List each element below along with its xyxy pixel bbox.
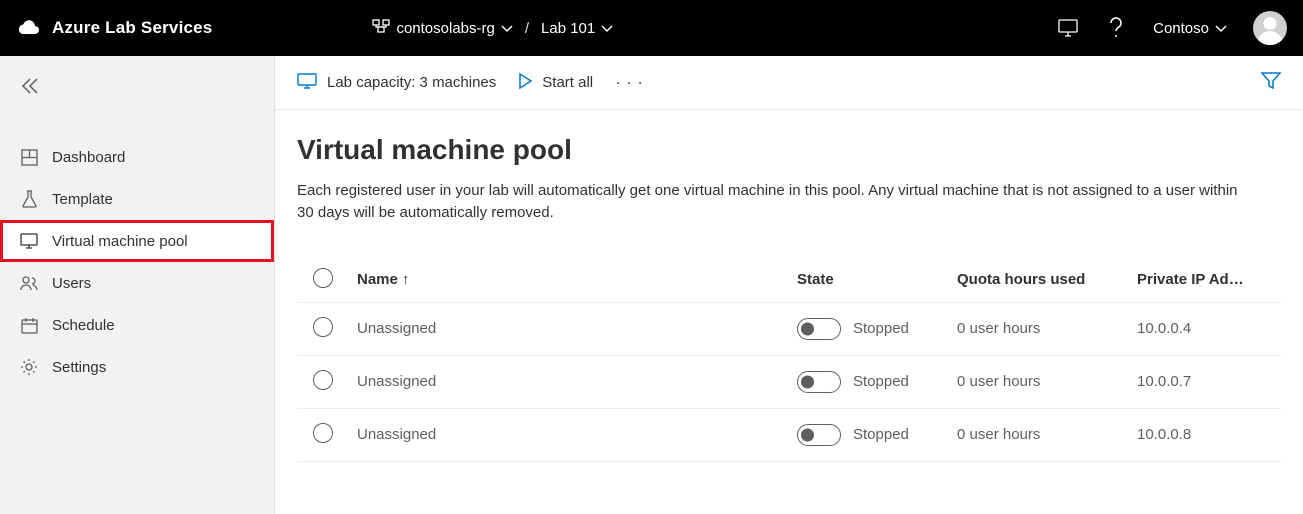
row-select-toggle[interactable] xyxy=(313,370,333,390)
lab-capacity-button[interactable]: Lab capacity: 3 machines xyxy=(297,73,496,93)
vm-table: Name↑ State Quota hours used Private IP … xyxy=(297,258,1281,462)
flask-icon xyxy=(20,190,38,208)
cell-name: Unassigned xyxy=(349,302,789,355)
sidebar-item-label: Virtual machine pool xyxy=(52,233,188,250)
cell-ip: 10.0.0.4 xyxy=(1129,302,1281,355)
column-header-name[interactable]: Name↑ xyxy=(349,258,789,303)
sidebar-item-dashboard[interactable]: Dashboard xyxy=(0,136,274,178)
resource-group-icon xyxy=(372,19,390,37)
power-toggle[interactable] xyxy=(797,371,841,393)
lab-capacity-label: Lab capacity: 3 machines xyxy=(327,74,496,91)
content: Virtual machine pool Each registered use… xyxy=(275,110,1303,462)
cell-state: Stopped xyxy=(789,302,949,355)
resource-group-label: contosolabs-rg xyxy=(396,20,494,37)
page-description: Each registered user in your lab will au… xyxy=(297,180,1257,224)
start-all-button[interactable]: Start all xyxy=(518,73,593,93)
row-select-toggle[interactable] xyxy=(313,317,333,337)
sidebar-item-label: Schedule xyxy=(52,317,115,334)
chevron-down-icon xyxy=(601,20,613,37)
cell-name: Unassigned xyxy=(349,355,789,408)
table-row[interactable]: Unassigned Stopped 0 user hours 10.0.0.8 xyxy=(297,408,1281,461)
chevron-down-icon xyxy=(501,20,513,37)
table-row[interactable]: Unassigned Stopped 0 user hours 10.0.0.4 xyxy=(297,302,1281,355)
header-right: Contoso xyxy=(1057,11,1287,45)
column-header-state[interactable]: State xyxy=(789,258,949,303)
gear-icon xyxy=(20,358,38,376)
column-header-ip[interactable]: Private IP Ad… xyxy=(1129,258,1281,303)
cell-state: Stopped xyxy=(789,408,949,461)
monitor-icon xyxy=(297,73,317,93)
cell-quota: 0 user hours xyxy=(949,355,1129,408)
filter-button[interactable] xyxy=(1261,72,1281,93)
state-label: Stopped xyxy=(853,373,909,390)
cell-state: Stopped xyxy=(789,355,949,408)
column-header-select[interactable] xyxy=(297,258,349,303)
row-select-toggle[interactable] xyxy=(313,423,333,443)
brand-text: Azure Lab Services xyxy=(52,18,212,38)
sidebar-item-template[interactable]: Template xyxy=(0,178,274,220)
calendar-icon xyxy=(20,316,38,334)
state-label: Stopped xyxy=(853,320,909,337)
toolbar: Lab capacity: 3 machines Start all · · · xyxy=(275,56,1303,110)
start-all-label: Start all xyxy=(542,74,593,91)
sidebar-item-users[interactable]: Users xyxy=(0,262,274,304)
cell-ip: 10.0.0.7 xyxy=(1129,355,1281,408)
breadcrumb-lab[interactable]: Lab 101 xyxy=(541,20,613,37)
tenant-picker[interactable]: Contoso xyxy=(1153,20,1227,37)
dashboard-icon xyxy=(20,148,38,166)
column-header-quota[interactable]: Quota hours used xyxy=(949,258,1129,303)
chevron-down-icon xyxy=(1215,20,1227,37)
sidebar-item-label: Settings xyxy=(52,359,106,376)
power-toggle[interactable] xyxy=(797,424,841,446)
play-icon xyxy=(518,73,532,93)
cell-quota: 0 user hours xyxy=(949,408,1129,461)
tenant-label: Contoso xyxy=(1153,20,1209,37)
sort-asc-icon: ↑ xyxy=(402,271,410,288)
sidebar-nav: Dashboard Template Virtual machine pool … xyxy=(0,136,274,388)
power-toggle[interactable] xyxy=(797,318,841,340)
more-actions-button[interactable]: · · · xyxy=(615,72,643,93)
main: Lab capacity: 3 machines Start all · · ·… xyxy=(275,56,1303,514)
select-all-toggle[interactable] xyxy=(313,268,333,288)
brand[interactable]: Azure Lab Services xyxy=(16,18,212,38)
top-header: Azure Lab Services contosolabs-rg / Lab … xyxy=(0,0,1303,56)
help-icon[interactable] xyxy=(1105,17,1127,39)
sidebar-item-vm-pool[interactable]: Virtual machine pool xyxy=(0,220,274,262)
lab-label: Lab 101 xyxy=(541,20,595,37)
cell-name: Unassigned xyxy=(349,408,789,461)
state-label: Stopped xyxy=(853,426,909,443)
sidebar-item-settings[interactable]: Settings xyxy=(0,346,274,388)
table-row[interactable]: Unassigned Stopped 0 user hours 10.0.0.7 xyxy=(297,355,1281,408)
cell-quota: 0 user hours xyxy=(949,302,1129,355)
monitor-icon[interactable] xyxy=(1057,17,1079,39)
breadcrumb-resource-group[interactable]: contosolabs-rg xyxy=(372,19,512,37)
sidebar-item-label: Dashboard xyxy=(52,149,125,166)
page-title: Virtual machine pool xyxy=(297,134,1281,166)
cell-ip: 10.0.0.8 xyxy=(1129,408,1281,461)
sidebar-item-label: Template xyxy=(52,191,113,208)
collapse-sidebar-button[interactable] xyxy=(6,66,54,106)
sidebar-item-label: Users xyxy=(52,275,91,292)
avatar[interactable] xyxy=(1253,11,1287,45)
sidebar: Dashboard Template Virtual machine pool … xyxy=(0,56,275,514)
users-icon xyxy=(20,274,38,292)
sidebar-item-schedule[interactable]: Schedule xyxy=(0,304,274,346)
breadcrumb-separator: / xyxy=(525,20,529,37)
monitor-icon xyxy=(20,232,38,250)
azure-lab-services-logo-icon xyxy=(16,18,42,38)
breadcrumb: contosolabs-rg / Lab 101 xyxy=(372,19,613,37)
